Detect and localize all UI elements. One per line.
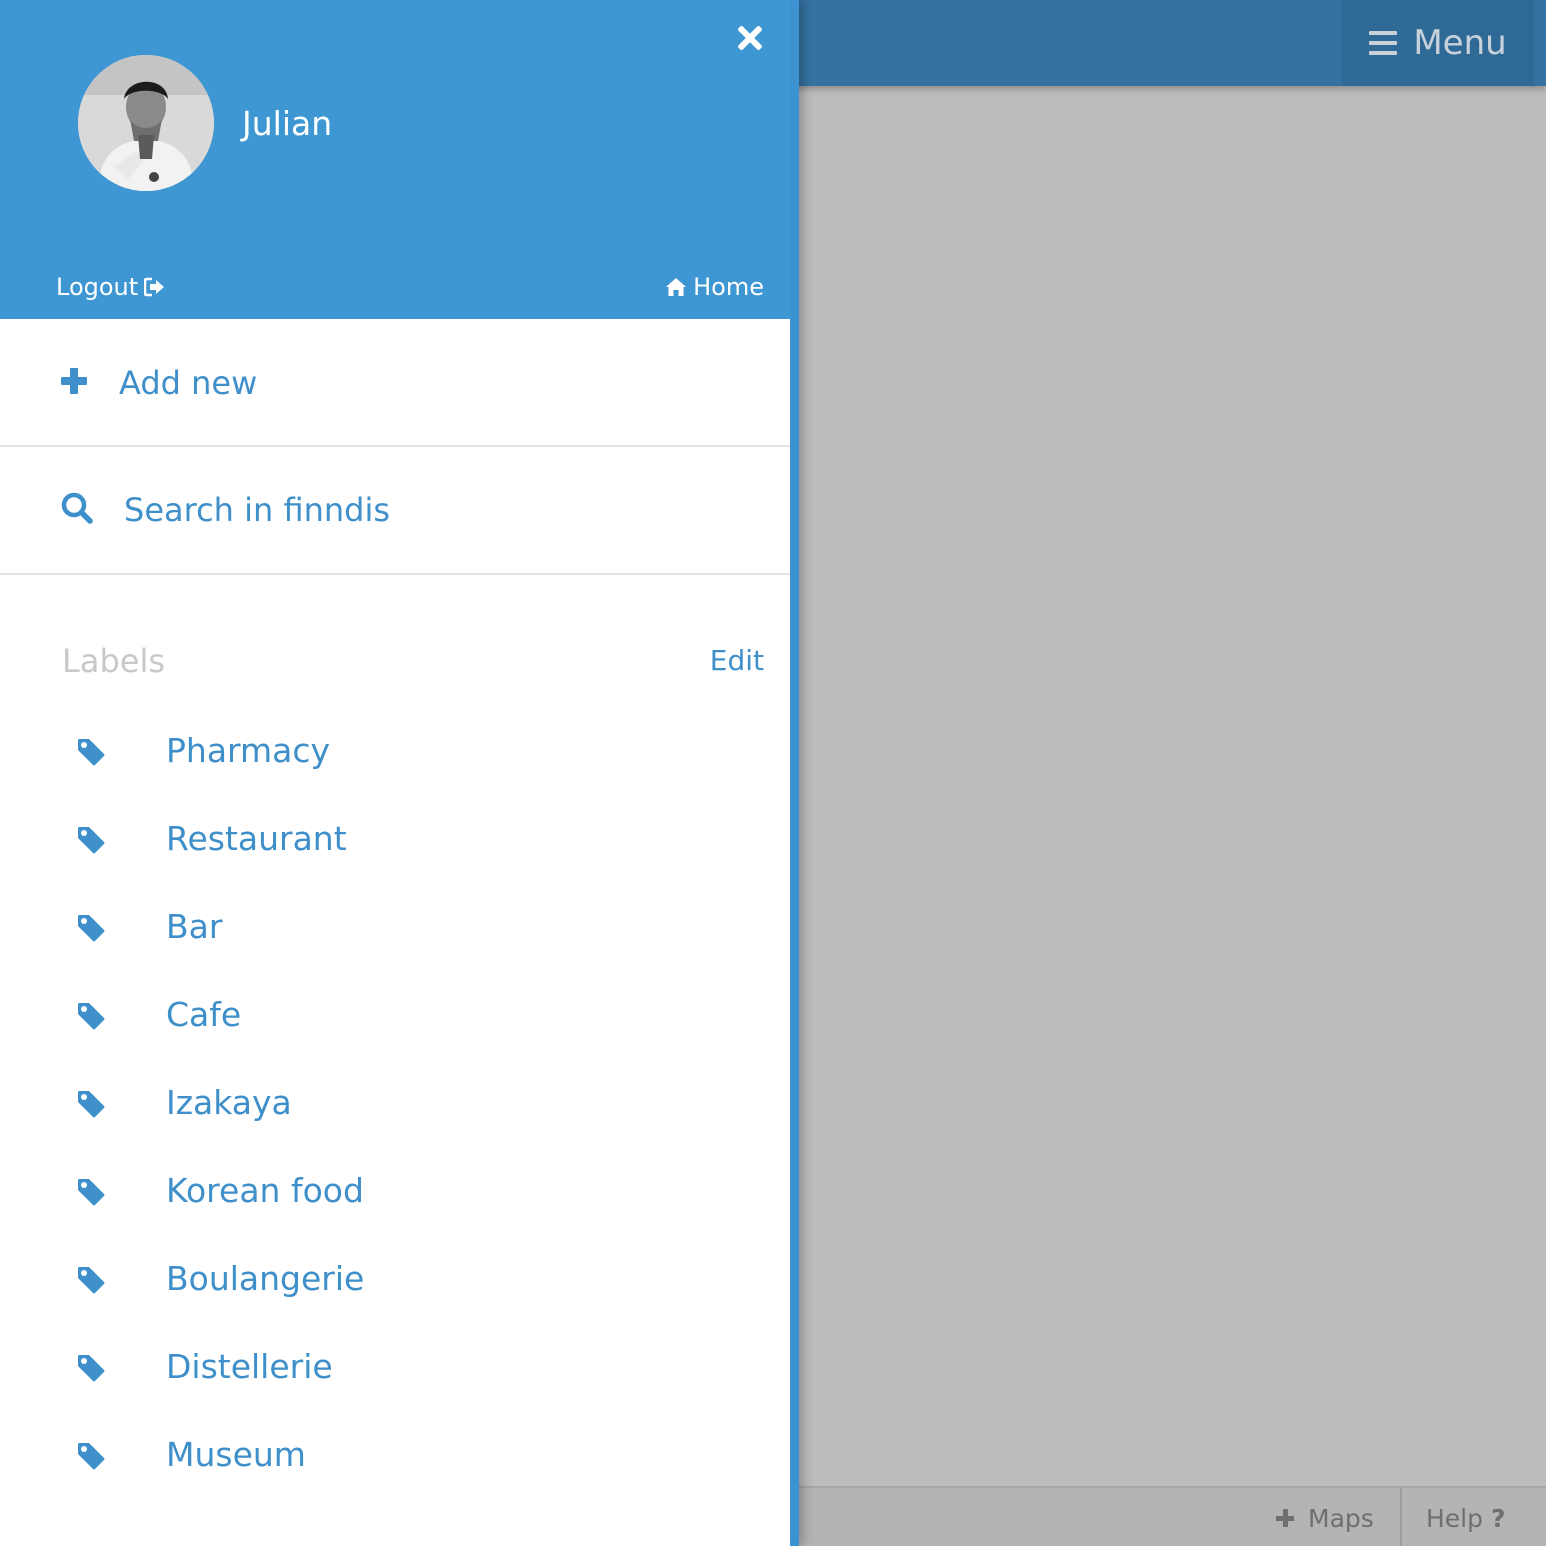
label-item[interactable]: Cafe	[0, 970, 790, 1058]
app-screen: Menu Maps Help ? Julian Logout Home Add …	[0, 0, 1546, 1546]
user-name: Julian	[242, 104, 333, 143]
label-name: Bar	[166, 906, 223, 946]
label-name: Izakaya	[166, 1082, 292, 1122]
maps-label: Maps	[1308, 1503, 1374, 1533]
label-item[interactable]: Boulangerie	[0, 1234, 790, 1322]
side-drawer: Julian Logout Home Add new Search in fin…	[0, 0, 799, 1546]
label-item[interactable]: Bar	[0, 882, 790, 970]
edit-labels-link[interactable]: Edit	[710, 642, 764, 680]
search-label: Search in finndis	[124, 491, 391, 529]
home-icon	[665, 277, 687, 297]
label-item[interactable]: Distellerie	[0, 1322, 790, 1410]
label-item[interactable]: Korean food	[0, 1146, 790, 1234]
drawer-header: Julian Logout Home	[0, 0, 790, 319]
tag-icon	[76, 1265, 106, 1299]
tag-icon	[76, 825, 106, 859]
add-new-label: Add new	[119, 363, 258, 402]
add-new-button[interactable]: Add new	[0, 320, 790, 447]
menu-label: Menu	[1413, 23, 1507, 63]
label-item[interactable]: Museum	[0, 1410, 790, 1498]
label-name: Museum	[166, 1434, 306, 1474]
label-item[interactable]: Izakaya	[0, 1058, 790, 1146]
labels-heading: Labels	[62, 642, 165, 680]
label-name: Korean food	[166, 1170, 364, 1210]
toolbar-divider	[1400, 1488, 1402, 1546]
tag-icon	[76, 737, 106, 771]
tag-icon	[76, 1441, 106, 1475]
label-item[interactable]: Restaurant	[0, 794, 790, 882]
label-name: Restaurant	[166, 818, 347, 858]
search-icon	[60, 491, 94, 529]
logout-link[interactable]: Logout	[56, 270, 166, 304]
question-icon: ?	[1491, 1503, 1506, 1533]
bars-icon	[1369, 31, 1398, 55]
menu-button[interactable]: Menu	[1342, 0, 1534, 86]
tag-icon	[76, 1001, 106, 1035]
search-button[interactable]: Search in finndis	[0, 447, 790, 575]
label-name: Pharmacy	[166, 730, 331, 770]
label-list: Pharmacy Restaurant Bar Cafe Izakaya Kor…	[0, 706, 790, 1498]
label-name: Distellerie	[166, 1346, 333, 1386]
user-avatar-photo	[78, 55, 214, 191]
plus-icon	[1276, 1509, 1294, 1527]
plus-icon	[60, 367, 88, 399]
sign-out-icon	[144, 277, 166, 297]
help-label: Help	[1426, 1503, 1483, 1533]
maps-button[interactable]: Maps	[1276, 1488, 1374, 1546]
tag-icon	[76, 1089, 106, 1123]
help-button[interactable]: Help ?	[1426, 1488, 1506, 1546]
logout-label: Logout	[56, 273, 139, 301]
tag-icon	[76, 1177, 106, 1211]
home-link[interactable]: Home	[665, 270, 764, 304]
home-label: Home	[693, 273, 764, 301]
label-item[interactable]: Pharmacy	[0, 706, 790, 794]
tag-icon	[76, 1353, 106, 1387]
label-name: Boulangerie	[166, 1258, 365, 1298]
close-icon[interactable]	[734, 22, 766, 54]
label-name: Cafe	[166, 994, 242, 1034]
avatar[interactable]	[78, 55, 214, 191]
tag-icon	[76, 913, 106, 947]
